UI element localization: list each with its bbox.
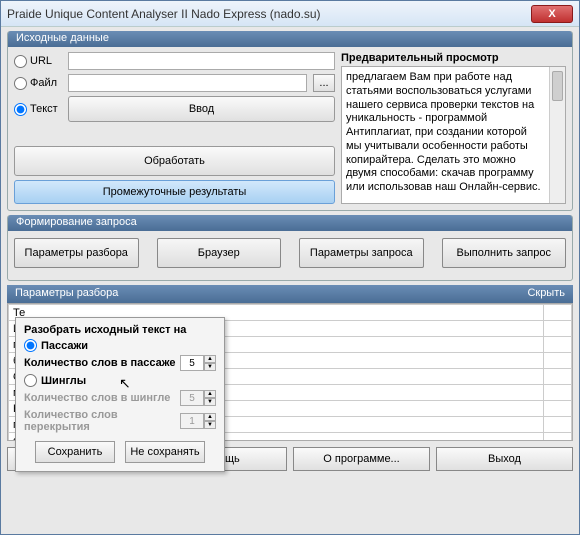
- text-radio[interactable]: [14, 103, 27, 116]
- titlebar[interactable]: Praide Unique Content Analyser II Nado E…: [1, 1, 579, 27]
- vvod-button[interactable]: Ввод: [68, 96, 335, 122]
- parse-params-popup: Разобрать исходный текст на Пассажи Коли…: [15, 317, 225, 472]
- url-input[interactable]: [68, 52, 335, 70]
- file-radio-label[interactable]: Файл: [14, 77, 62, 90]
- query-params-button[interactable]: Параметры запроса: [299, 238, 424, 268]
- run-query-button[interactable]: Выполнить запрос: [442, 238, 567, 268]
- scrollbar-thumb[interactable]: [552, 71, 563, 101]
- source-group-title: Исходные данные: [8, 31, 572, 47]
- window-title: Praide Unique Content Analyser II Nado E…: [7, 7, 531, 21]
- words-shingle-spinner: ▲▼: [180, 390, 216, 406]
- words-passage-spinner[interactable]: ▲▼: [180, 355, 216, 371]
- spin-up-icon: ▲: [204, 413, 216, 421]
- words-passage-label: Количество слов в пассаже: [24, 357, 176, 369]
- text-radio-label[interactable]: Текст: [14, 103, 62, 116]
- popup-titlebar[interactable]: Параметры разбора Скрыть: [7, 285, 573, 303]
- query-group: Формирование запроса Параметры разбора Б…: [7, 215, 573, 281]
- url-radio[interactable]: [14, 55, 27, 68]
- overlap-spinner: ▲▼: [180, 413, 216, 429]
- query-group-title: Формирование запроса: [8, 215, 572, 231]
- popup-title: Параметры разбора: [15, 287, 527, 301]
- passages-radio[interactable]: [24, 339, 37, 352]
- words-shingle-input: [180, 390, 204, 406]
- popup-nosave-button[interactable]: Не сохранять: [125, 441, 205, 463]
- spin-down-icon: ▼: [204, 398, 216, 406]
- popup-hide-label[interactable]: Скрыть: [527, 287, 565, 301]
- row-value: [544, 305, 572, 321]
- overlap-input: [180, 413, 204, 429]
- preview-scrollbar[interactable]: [549, 67, 565, 203]
- row-value: [544, 417, 572, 433]
- shingles-radio[interactable]: [24, 374, 37, 387]
- preview-text: предлагаем Вам при работе над статьями в…: [346, 71, 561, 195]
- row-value: [544, 401, 572, 417]
- source-group: Исходные данные URL Файл ... Текст Ввод: [7, 31, 573, 211]
- preview-box[interactable]: предлагаем Вам при работе над статьями в…: [341, 66, 566, 204]
- app-window: Praide Unique Content Analyser II Nado E…: [0, 0, 580, 535]
- parse-params-button[interactable]: Параметры разбора: [14, 238, 139, 268]
- row-value: [544, 433, 572, 442]
- popup-save-button[interactable]: Сохранить: [35, 441, 115, 463]
- url-radio-label[interactable]: URL: [14, 55, 62, 68]
- window-content: Исходные данные URL Файл ... Текст Ввод: [1, 27, 579, 534]
- spin-up-icon: ▲: [204, 390, 216, 398]
- intermediate-results-button[interactable]: Промежуточные результаты: [14, 180, 335, 204]
- row-value: [544, 353, 572, 369]
- file-radio[interactable]: [14, 77, 27, 90]
- row-value: [544, 337, 572, 353]
- spin-down-icon: ▼: [204, 421, 216, 429]
- about-button[interactable]: О программе...: [293, 447, 430, 471]
- shingles-option[interactable]: Шинглы: [24, 374, 216, 387]
- file-input[interactable]: [68, 74, 307, 92]
- overlap-label: Количество слов перекрытия: [24, 409, 180, 433]
- spin-up-icon[interactable]: ▲: [204, 355, 216, 363]
- row-value: [544, 369, 572, 385]
- words-passage-input[interactable]: [180, 355, 204, 371]
- row-value: [544, 321, 572, 337]
- words-shingle-label: Количество слов в шингле: [24, 392, 170, 404]
- close-button[interactable]: X: [531, 5, 573, 23]
- row-value: [544, 385, 572, 401]
- exit-button[interactable]: Выход: [436, 447, 573, 471]
- popup-header: Разобрать исходный текст на: [24, 324, 216, 336]
- preview-label: Предварительный просмотр: [341, 52, 566, 64]
- browser-button[interactable]: Браузер: [157, 238, 282, 268]
- spin-down-icon[interactable]: ▼: [204, 363, 216, 371]
- file-browse-button[interactable]: ...: [313, 74, 335, 92]
- close-icon: X: [548, 8, 555, 20]
- process-button[interactable]: Обработать: [14, 146, 335, 176]
- passages-option[interactable]: Пассажи: [24, 339, 216, 352]
